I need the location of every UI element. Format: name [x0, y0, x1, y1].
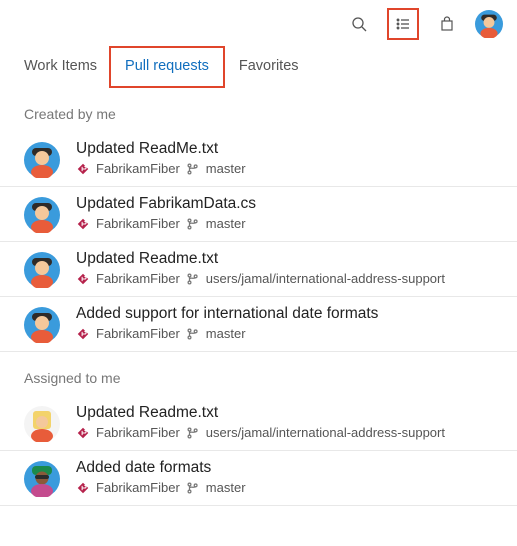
author-avatar	[24, 406, 60, 442]
tab-work-items[interactable]: Work Items	[10, 48, 111, 88]
list-assigned-to-me: Updated Readme.txt FabrikamFiber users/j…	[0, 396, 517, 506]
branch-name: master	[206, 480, 246, 495]
list-created-by-me: Updated ReadMe.txt FabrikamFiber master …	[0, 132, 517, 352]
pull-request-row[interactable]: Updated Readme.txt FabrikamFiber users/j…	[0, 396, 517, 451]
branch-icon	[186, 217, 200, 231]
author-avatar	[24, 461, 60, 497]
row-content: Updated ReadMe.txt FabrikamFiber master	[76, 140, 246, 176]
branch-icon	[186, 426, 200, 440]
tab-pull-requests[interactable]: Pull requests	[109, 46, 225, 88]
repo-name: FabrikamFiber	[96, 480, 180, 495]
repo-name: FabrikamFiber	[96, 326, 180, 341]
pr-meta: FabrikamFiber users/jamal/international-…	[76, 271, 445, 286]
branch-name: master	[206, 326, 246, 341]
pull-request-row[interactable]: Added date formats FabrikamFiber master	[0, 451, 517, 506]
pr-meta: FabrikamFiber master	[76, 326, 378, 341]
user-avatar[interactable]	[475, 10, 503, 38]
branch-icon	[186, 327, 200, 341]
pr-meta: FabrikamFiber users/jamal/international-…	[76, 425, 445, 440]
top-toolbar	[0, 0, 517, 44]
row-content: Updated Readme.txt FabrikamFiber users/j…	[76, 250, 445, 286]
pull-request-row[interactable]: Updated FabrikamData.cs FabrikamFiber ma…	[0, 187, 517, 242]
pr-title: Updated Readme.txt	[76, 404, 445, 422]
repo-icon	[76, 426, 90, 440]
pr-title: Added support for international date for…	[76, 305, 378, 323]
author-avatar	[24, 142, 60, 178]
repo-icon	[76, 272, 90, 286]
shopping-bag-icon[interactable]	[431, 8, 463, 40]
author-avatar	[24, 197, 60, 233]
tab-bar: Work Items Pull requests Favorites	[0, 44, 517, 88]
search-icon[interactable]	[343, 8, 375, 40]
pr-meta: FabrikamFiber master	[76, 480, 246, 495]
repo-icon	[76, 217, 90, 231]
branch-icon	[186, 481, 200, 495]
repo-name: FabrikamFiber	[96, 161, 180, 176]
branch-icon	[186, 162, 200, 176]
branch-icon	[186, 272, 200, 286]
row-content: Added date formats FabrikamFiber master	[76, 459, 246, 495]
pr-meta: FabrikamFiber master	[76, 161, 246, 176]
branch-name: master	[206, 161, 246, 176]
list-view-icon[interactable]	[387, 8, 419, 40]
repo-icon	[76, 162, 90, 176]
pr-title: Updated Readme.txt	[76, 250, 445, 268]
branch-name: users/jamal/international-address-suppor…	[206, 271, 445, 286]
pr-meta: FabrikamFiber master	[76, 216, 256, 231]
row-content: Updated Readme.txt FabrikamFiber users/j…	[76, 404, 445, 440]
repo-icon	[76, 327, 90, 341]
pull-request-row[interactable]: Updated Readme.txt FabrikamFiber users/j…	[0, 242, 517, 297]
row-content: Updated FabrikamData.cs FabrikamFiber ma…	[76, 195, 256, 231]
author-avatar	[24, 307, 60, 343]
pull-request-row[interactable]: Added support for international date for…	[0, 297, 517, 352]
repo-name: FabrikamFiber	[96, 271, 180, 286]
row-content: Added support for international date for…	[76, 305, 378, 341]
section-label-assigned: Assigned to me	[0, 352, 517, 396]
pr-title: Updated ReadMe.txt	[76, 140, 246, 158]
repo-icon	[76, 481, 90, 495]
repo-name: FabrikamFiber	[96, 216, 180, 231]
section-label-created: Created by me	[0, 88, 517, 132]
pr-title: Added date formats	[76, 459, 246, 477]
branch-name: master	[206, 216, 246, 231]
repo-name: FabrikamFiber	[96, 425, 180, 440]
author-avatar	[24, 252, 60, 288]
pr-title: Updated FabrikamData.cs	[76, 195, 256, 213]
branch-name: users/jamal/international-address-suppor…	[206, 425, 445, 440]
pull-request-row[interactable]: Updated ReadMe.txt FabrikamFiber master	[0, 132, 517, 187]
tab-favorites[interactable]: Favorites	[225, 48, 313, 88]
